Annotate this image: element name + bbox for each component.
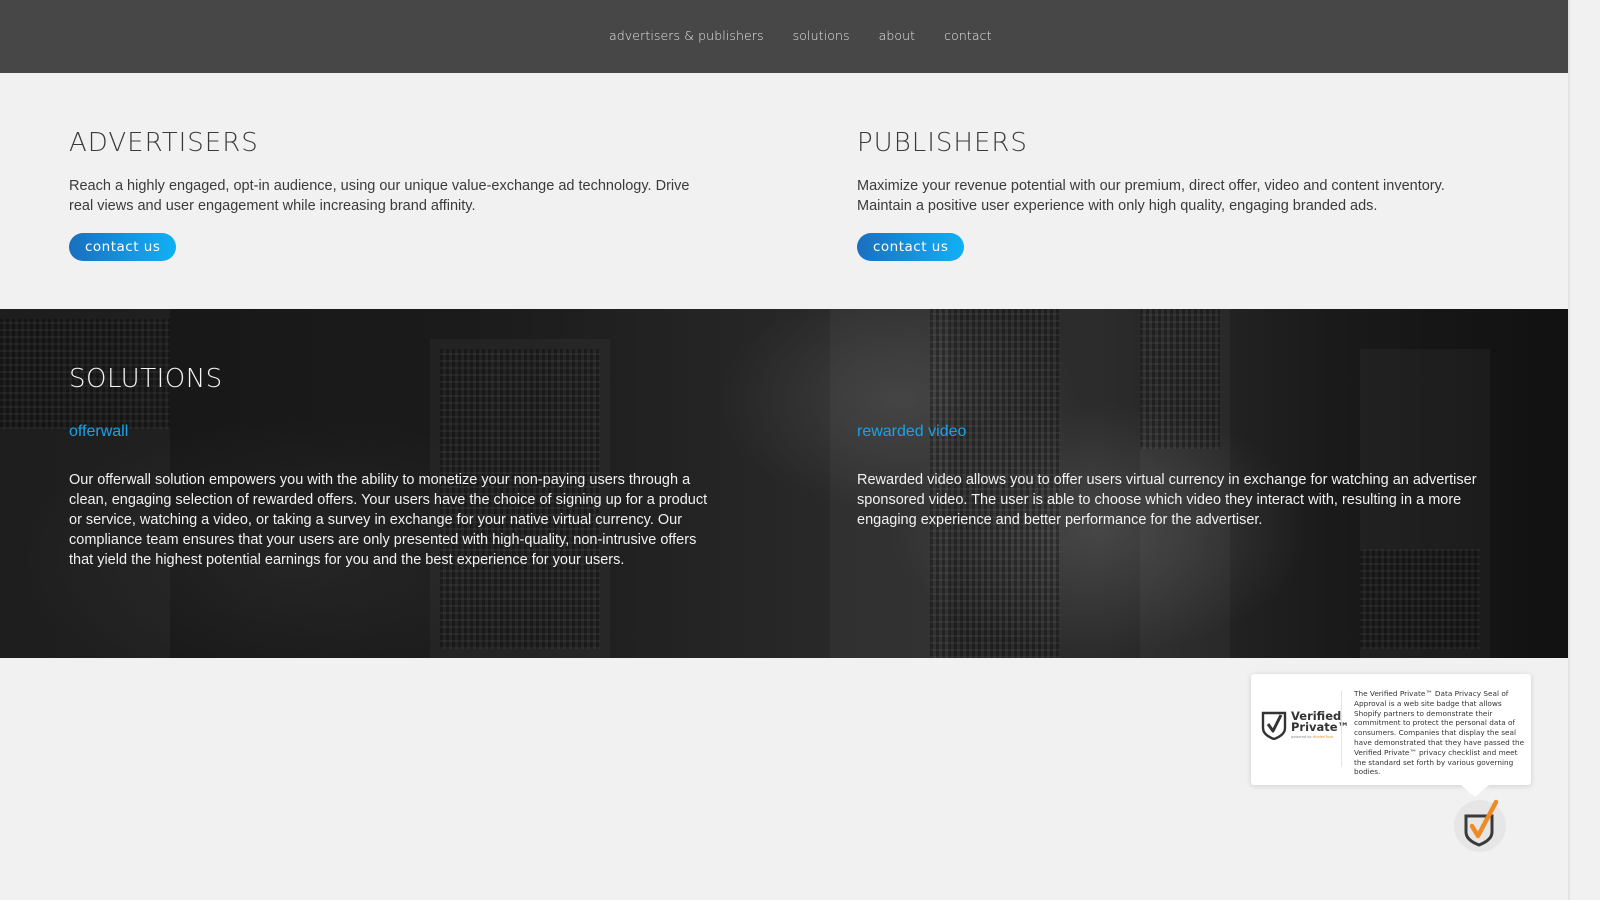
verified-private-description: The Verified Private™ Data Privacy Seal … <box>1354 689 1525 777</box>
offerwall-description: Our offerwall solution empowers you with… <box>69 472 708 568</box>
publishers-column: PUBLISHERS Maximize your revenue potenti… <box>857 128 1497 261</box>
rewarded-video-description: Rewarded video allows you to offer users… <box>857 472 1477 528</box>
offerwall-title[interactable]: offerwall <box>69 423 128 441</box>
rewarded-video-title[interactable]: rewarded video <box>857 423 966 441</box>
nav-item-contact[interactable]: contact <box>944 28 991 43</box>
verified-private-popup: Verified Private™ powered by HiddenTrust… <box>1251 674 1531 797</box>
top-navigation: advertisers & publishers solutions about… <box>0 0 1568 73</box>
shield-check-icon <box>1261 711 1287 740</box>
publishers-heading: PUBLISHERS <box>857 128 1028 158</box>
advertisers-heading: ADVERTISERS <box>69 128 259 158</box>
advertisers-contact-button[interactable]: contact us <box>69 233 177 261</box>
publishers-contact-button[interactable]: contact us <box>857 233 965 261</box>
advertisers-description: Reach a highly engaged, opt-in audience,… <box>69 178 690 214</box>
nav-menu: advertisers & publishers solutions about… <box>609 28 992 43</box>
verified-private-logo: Verified Private™ powered by HiddenTrust <box>1261 710 1349 740</box>
shield-check-icon <box>1464 799 1499 847</box>
publishers-description: Maximize your revenue potential with our… <box>857 178 1445 214</box>
solutions-content: SOLUTIONS offerwall Our offerwall soluti… <box>0 309 1568 658</box>
powered-by-label: powered by <box>1291 735 1312 739</box>
divider <box>1341 691 1342 767</box>
page: advertisers & publishers solutions about… <box>0 0 1568 900</box>
advertisers-publishers-section: ADVERTISERS Reach a highly engaged, opt-… <box>0 73 1568 309</box>
nav-item-about[interactable]: about <box>879 28 916 43</box>
nav-item-advertisers-publishers[interactable]: advertisers & publishers <box>609 28 764 43</box>
solutions-heading: SOLUTIONS <box>69 364 223 394</box>
scrollbar[interactable] <box>1568 0 1600 900</box>
scrollbar-track[interactable] <box>1568 0 1570 900</box>
powered-by-brand: HiddenTrust <box>1312 735 1334 739</box>
nav-item-solutions[interactable]: solutions <box>793 28 850 43</box>
verified-private-badge-button[interactable] <box>1454 799 1506 852</box>
advertisers-column: ADVERTISERS Reach a highly engaged, opt-… <box>69 128 709 261</box>
solutions-section: SOLUTIONS offerwall Our offerwall soluti… <box>0 309 1568 658</box>
